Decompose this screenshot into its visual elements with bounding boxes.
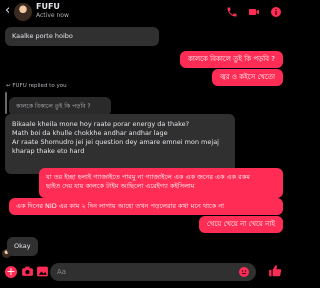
- emoji-icon[interactable]: [238, 266, 250, 278]
- message-text: এক দিনের NID এর কাম ২ দিন লাগায় আহো তখন…: [16, 202, 225, 210]
- message-input-box[interactable]: [50, 263, 256, 281]
- message-line: Bikaale kheila mone hoy raate porar ener…: [12, 120, 190, 128]
- camera-icon[interactable]: [21, 265, 34, 278]
- active-status: Active now: [36, 12, 69, 19]
- message-text: জ্বর ও কইসে খেতো: [220, 73, 275, 81]
- like-icon[interactable]: [268, 264, 282, 278]
- message-line: Math boi da khulle chokkhe andhar andhar…: [12, 129, 168, 137]
- plus-icon[interactable]: +: [5, 266, 17, 278]
- message-text: খেয়ে খেয়ে না খেয়ে নাই: [206, 220, 275, 228]
- message-line: Ar raate Shomudro jei jei question dey a…: [12, 138, 219, 155]
- contact-name[interactable]: FUFU: [36, 2, 60, 11]
- outgoing-message[interactable]: এক দিনের NID এর কাম ২ দিন লাগায় আহো তখন…: [9, 198, 283, 215]
- avatar[interactable]: [14, 3, 32, 21]
- message-text: Okay: [14, 242, 31, 250]
- outgoing-message[interactable]: খেয়ে খেয়ে না খেয়ে নাই: [198, 216, 283, 233]
- outgoing-message[interactable]: জ্বর ও কইসে খেতো: [212, 69, 283, 86]
- message-text: কালকে বিকালে তুই কি পড়বি ?: [188, 55, 275, 63]
- composer-bar: +: [0, 258, 288, 288]
- info-icon[interactable]: [270, 6, 282, 18]
- message-line: ছাইত দেয় যায় কালকে টাইম আছিলো এরেইগ্যা…: [46, 182, 195, 190]
- incoming-message[interactable]: Bikaale kheila mone hoy raate porar ener…: [5, 114, 235, 174]
- message-text: Kaalke porte hoibo: [12, 32, 73, 40]
- video-icon[interactable]: [248, 6, 260, 18]
- incoming-message[interactable]: Okay: [7, 237, 38, 256]
- image-icon[interactable]: [36, 265, 49, 278]
- reply-indicator: ↩ FUFU replied to you: [6, 83, 67, 89]
- quote-bar: [5, 92, 7, 114]
- incoming-message[interactable]: Kaalke porte hoibo: [5, 27, 159, 46]
- phone-icon[interactable]: [226, 6, 238, 18]
- outgoing-message[interactable]: যা তর ইচ্ছা হলাই গ্যাজাইতে পারমু না গ্যা…: [39, 168, 283, 198]
- header-actions: [226, 6, 282, 18]
- message-line: যা তর ইচ্ছা হলাই গ্যাজাইতে পারমু না গ্যা…: [46, 173, 250, 181]
- chat-header: ‹ FUFU Active now: [0, 0, 288, 24]
- outgoing-message[interactable]: কালকে বিকালে তুই কি পড়বি ?: [180, 51, 283, 68]
- message-input[interactable]: [57, 265, 232, 279]
